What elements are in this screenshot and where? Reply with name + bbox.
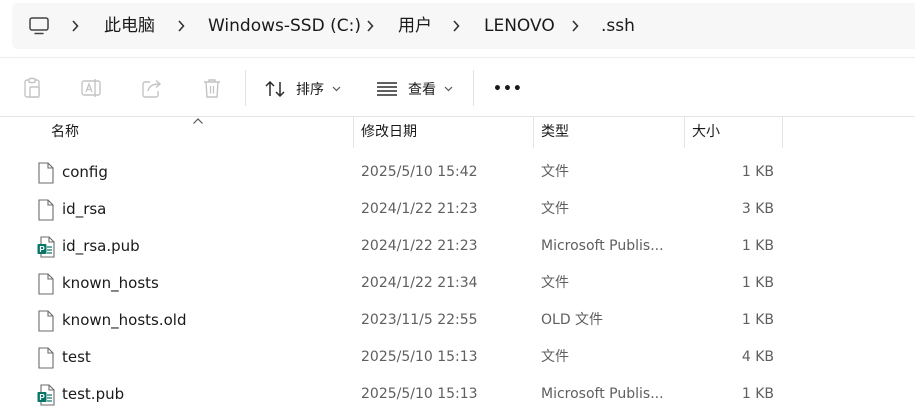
file-size: 1 KB [741, 238, 774, 254]
generic-file-icon [38, 310, 54, 332]
file-row[interactable]: known_hosts.old 2023/11/5 22:55 OLD 文件 1 KB [0, 302, 915, 339]
chevron-right-icon[interactable] [451, 18, 461, 34]
svg-text:P: P [39, 393, 45, 402]
file-row[interactable]: known_hosts 2024/1/22 21:34 文件 1 KB [0, 265, 915, 302]
address-bar[interactable]: 此电脑 Windows-SSD (C:) 用户 LENOVO .ssh [12, 3, 915, 49]
generic-file-icon [38, 347, 54, 369]
file-size: 1 KB [741, 164, 774, 180]
chevron-right-icon[interactable] [70, 18, 80, 34]
this-pc-icon[interactable] [29, 17, 49, 35]
chevron-right-icon[interactable] [176, 18, 186, 34]
file-name[interactable]: test.pub [62, 376, 124, 413]
column-divider[interactable] [684, 117, 685, 148]
file-row[interactable]: id_rsa 2024/1/22 21:23 文件 3 KB [0, 191, 915, 228]
file-name[interactable]: known_hosts.old [62, 302, 186, 339]
publisher-file-icon: P [37, 384, 55, 406]
generic-file-icon [38, 273, 54, 295]
file-modified-date: 2024/1/22 21:34 [361, 275, 478, 291]
file-row[interactable]: config 2025/5/10 15:42 文件 1 KB [0, 154, 915, 191]
file-name[interactable]: id_rsa [62, 191, 106, 228]
chevron-right-icon[interactable] [570, 18, 580, 34]
delete-icon[interactable] [201, 77, 223, 99]
file-type: 文件 [541, 164, 569, 180]
file-modified-date: 2024/1/22 21:23 [361, 201, 478, 217]
toolbar-divider [245, 70, 246, 106]
file-type: Microsoft Publis... [541, 386, 664, 402]
rename-icon[interactable] [80, 77, 102, 99]
file-type: 文件 [541, 349, 569, 365]
sort-button[interactable]: 排序 [264, 72, 341, 106]
column-header-row: 名称 修改日期 类型 大小 [0, 117, 915, 148]
view-list-icon [377, 82, 397, 96]
share-icon[interactable] [141, 77, 163, 99]
column-header-type[interactable]: 类型 [541, 117, 569, 148]
publisher-file-icon: P [37, 236, 55, 258]
chevron-right-icon[interactable] [365, 18, 375, 34]
column-header-size[interactable]: 大小 [692, 117, 720, 148]
file-type: 文件 [541, 275, 569, 291]
file-type: Microsoft Publis... [541, 238, 664, 254]
sort-ascending-icon [193, 118, 203, 124]
breadcrumb-drive-c[interactable]: Windows-SSD (C:) [208, 3, 361, 49]
sort-label: 排序 [296, 82, 324, 98]
more-options-button[interactable]: ••• [493, 72, 523, 106]
column-header-date[interactable]: 修改日期 [361, 117, 417, 148]
view-label: 查看 [408, 82, 436, 98]
generic-file-icon [38, 162, 54, 184]
breadcrumb-this-pc[interactable]: 此电脑 [104, 3, 155, 49]
file-size: 3 KB [741, 201, 774, 217]
file-name[interactable]: id_rsa.pub [62, 228, 140, 265]
breadcrumb-lenovo[interactable]: LENOVO [484, 3, 555, 49]
view-button[interactable]: 查看 [376, 72, 453, 106]
file-size: 1 KB [741, 312, 774, 328]
file-name[interactable]: known_hosts [62, 265, 159, 302]
file-type: OLD 文件 [541, 312, 604, 328]
file-row[interactable]: Ptest.pub 2025/5/10 15:13 Microsoft Publis… [0, 376, 915, 413]
breadcrumb-users[interactable]: 用户 [398, 3, 432, 49]
file-size: 4 KB [741, 349, 774, 365]
command-bar: 排序 查看 ••• [0, 57, 915, 117]
file-name[interactable]: config [62, 154, 108, 191]
file-modified-date: 2025/5/10 15:42 [361, 164, 478, 180]
file-type: 文件 [541, 201, 569, 217]
file-modified-date: 2023/11/5 22:55 [361, 312, 478, 328]
file-modified-date: 2025/5/10 15:13 [361, 349, 478, 365]
file-row[interactable]: test 2025/5/10 15:13 文件 4 KB [0, 339, 915, 376]
column-header-name[interactable]: 名称 [51, 117, 79, 148]
generic-file-icon [38, 199, 54, 221]
svg-text:P: P [39, 245, 45, 254]
column-divider[interactable] [533, 117, 534, 148]
file-name[interactable]: test [62, 339, 91, 376]
sort-arrows-icon [265, 80, 285, 98]
paste-icon[interactable] [21, 77, 43, 99]
file-modified-date: 2025/5/10 15:13 [361, 386, 478, 402]
file-size: 1 KB [741, 275, 774, 291]
column-divider[interactable] [782, 117, 783, 148]
column-divider[interactable] [353, 117, 354, 148]
file-row[interactable]: Pid_rsa.pub 2024/1/22 21:23 Microsoft Publ… [0, 228, 915, 265]
file-size: 1 KB [741, 386, 774, 402]
file-modified-date: 2024/1/22 21:23 [361, 238, 478, 254]
chevron-down-icon [332, 86, 341, 92]
chevron-down-icon [444, 86, 453, 92]
toolbar-divider [473, 70, 474, 106]
breadcrumb-ssh[interactable]: .ssh [601, 3, 635, 49]
